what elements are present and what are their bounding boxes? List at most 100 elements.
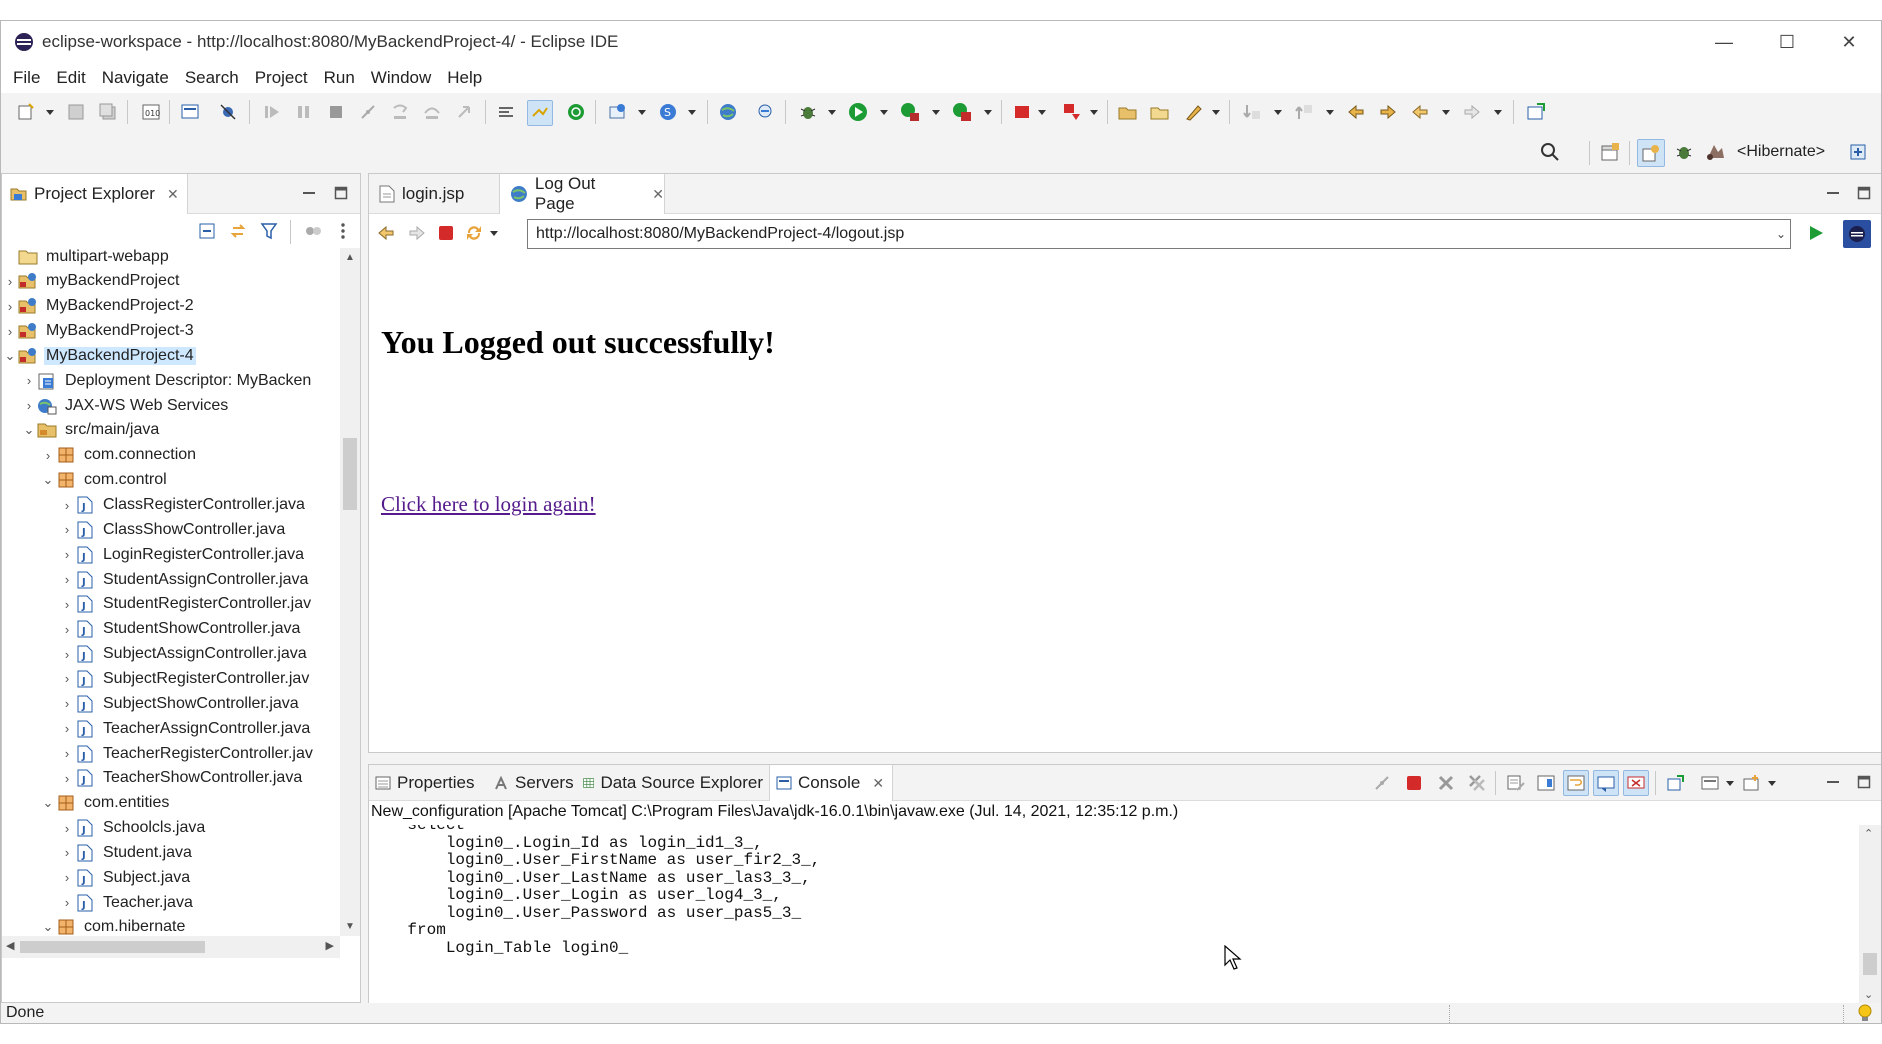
tree-item[interactable]: ⌄ com.hibernate <box>2 915 340 936</box>
run-dropdown[interactable] <box>879 101 889 123</box>
chevron-right-icon[interactable]: › <box>2 294 18 319</box>
chevron-right-icon[interactable]: › <box>59 716 75 741</box>
previous-annotation-button[interactable] <box>1293 101 1315 123</box>
chevron-right-icon[interactable]: › <box>59 840 75 865</box>
publish-dropdown[interactable] <box>1089 101 1099 123</box>
url-input[interactable] <box>527 219 1791 249</box>
word-wrap-button[interactable] <box>1563 770 1589 796</box>
save-all-button[interactable] <box>97 101 119 123</box>
start-server-button[interactable] <box>565 101 587 123</box>
eclipse-browser-button[interactable] <box>1843 220 1871 248</box>
search-web-button[interactable] <box>755 101 777 123</box>
minimize-console-button[interactable] <box>1824 773 1842 791</box>
chevron-right-icon[interactable]: › <box>59 542 75 567</box>
run-external-tool-button[interactable] <box>951 101 973 123</box>
previous-annotation-dropdown[interactable] <box>1325 101 1335 123</box>
tree-item[interactable]: ⌄ com.control <box>2 468 340 493</box>
browser-back-button[interactable] <box>375 222 397 244</box>
tree-horizontal-scrollbar[interactable]: ◀ ▶ <box>2 936 340 958</box>
open-type-button[interactable]: 010 <box>140 101 162 123</box>
step-into-button[interactable] <box>389 101 411 123</box>
link-with-editor-button[interactable] <box>227 220 249 242</box>
tree-item[interactable]: › J SubjectRegisterController.jav <box>2 666 340 691</box>
minimize-panel-button[interactable] <box>300 184 318 202</box>
tree-item[interactable]: › J StudentShowController.java <box>2 617 340 642</box>
stop-server-button[interactable] <box>1011 101 1033 123</box>
new-web-service-button[interactable] <box>607 101 629 123</box>
tree-item[interactable]: › J StudentAssignController.java <box>2 567 340 592</box>
chevron-right-icon[interactable]: › <box>59 865 75 890</box>
menu-run[interactable]: Run <box>316 68 363 88</box>
menu-search[interactable]: Search <box>177 68 247 88</box>
login-again-link[interactable]: Click here to login again! <box>381 492 596 517</box>
debug-perspective-button[interactable] <box>1673 141 1695 163</box>
coverage-button[interactable] <box>899 101 921 123</box>
console-scroll-thumb[interactable] <box>1863 953 1877 975</box>
tree-item[interactable]: ⌄ src/main/java <box>2 418 340 443</box>
minimize-button[interactable]: — <box>1704 27 1744 57</box>
open-browser-button[interactable] <box>717 101 739 123</box>
focus-active-task-button[interactable] <box>302 220 324 242</box>
suspend-button[interactable] <box>293 101 315 123</box>
menu-project[interactable]: Project <box>247 68 316 88</box>
last-edit-location-button[interactable] <box>1345 101 1367 123</box>
run-button[interactable] <box>847 101 869 123</box>
close-window-button[interactable]: ✕ <box>1829 27 1869 57</box>
forward-history-button[interactable] <box>1377 101 1399 123</box>
chevron-down-icon[interactable]: ⌄ <box>40 791 56 816</box>
chevron-right-icon[interactable]: › <box>2 269 18 294</box>
team-sync-perspective-button[interactable] <box>1847 141 1869 163</box>
chevron-right-icon[interactable]: › <box>21 393 37 418</box>
tree-vertical-scrollbar[interactable]: ▲ ▼ <box>340 248 360 936</box>
hibernate-perspective-button[interactable] <box>1704 141 1726 163</box>
tree-item[interactable]: multipart-webapp <box>2 248 340 269</box>
collapse-all-button[interactable] <box>196 220 218 242</box>
open-project-button[interactable] <box>1117 101 1139 123</box>
search-button[interactable] <box>1539 141 1561 163</box>
use-step-filters-button[interactable] <box>495 101 517 123</box>
tree-item[interactable]: › J Student.java <box>2 840 340 865</box>
new-java-class-button[interactable]: S <box>657 101 679 123</box>
clear-console-button[interactable] <box>1505 772 1527 794</box>
menu-window[interactable]: Window <box>363 68 439 88</box>
disconnect-console-button[interactable] <box>1371 772 1393 794</box>
chevron-right-icon[interactable]: › <box>59 766 75 791</box>
tree-item[interactable]: › J LoginRegisterController.java <box>2 542 340 567</box>
menu-navigate[interactable]: Navigate <box>94 68 177 88</box>
chevron-down-icon[interactable]: ⌄ <box>1864 988 1873 1001</box>
menu-help[interactable]: Help <box>439 68 490 88</box>
new-dropdown[interactable] <box>45 101 55 123</box>
scroll-up-icon[interactable]: ▲ <box>345 252 355 263</box>
tree-hscroll-thumb[interactable] <box>20 941 205 953</box>
chevron-right-icon[interactable]: › <box>59 592 75 617</box>
open-console-button[interactable] <box>179 101 201 123</box>
chevron-right-icon[interactable]: › <box>59 617 75 642</box>
tree-item[interactable]: › J SubjectShowController.java <box>2 691 340 716</box>
new-wizard-button[interactable] <box>15 101 37 123</box>
chevron-down-icon[interactable]: ⌄ <box>21 418 37 443</box>
maximize-panel-button[interactable] <box>332 184 350 202</box>
browser-stop-button[interactable] <box>435 222 457 244</box>
new-java-class-dropdown[interactable] <box>687 101 697 123</box>
terminate-button[interactable] <box>325 101 347 123</box>
link-with-debug-button[interactable] <box>527 100 553 126</box>
scroll-left-icon[interactable]: ◀ <box>6 939 14 952</box>
open-console-menu-button[interactable] <box>1741 772 1763 794</box>
browser-refresh-dropdown[interactable] <box>489 222 499 244</box>
annotation-dropdown[interactable] <box>1211 101 1221 123</box>
disconnect-button[interactable] <box>357 101 379 123</box>
chevron-right-icon[interactable]: › <box>59 567 75 592</box>
terminate-console-button[interactable] <box>1403 772 1425 794</box>
next-annotation-dropdown[interactable] <box>1273 101 1283 123</box>
stop-server-dropdown[interactable] <box>1037 101 1047 123</box>
tree-item[interactable]: › myBackendProject <box>2 269 340 294</box>
chevron-right-icon[interactable]: › <box>59 666 75 691</box>
display-console-dropdown[interactable] <box>1725 772 1735 794</box>
console-output[interactable]: select login0_.Login_Id as login_id1_3_,… <box>369 825 1859 1005</box>
close-icon[interactable]: ✕ <box>872 775 884 792</box>
chevron-right-icon[interactable]: › <box>59 691 75 716</box>
back-button[interactable] <box>1409 101 1431 123</box>
lightbulb-icon[interactable] <box>1857 1004 1873 1023</box>
tree-item[interactable]: › J TeacherShowController.java <box>2 766 340 791</box>
forward-button[interactable] <box>1461 101 1483 123</box>
